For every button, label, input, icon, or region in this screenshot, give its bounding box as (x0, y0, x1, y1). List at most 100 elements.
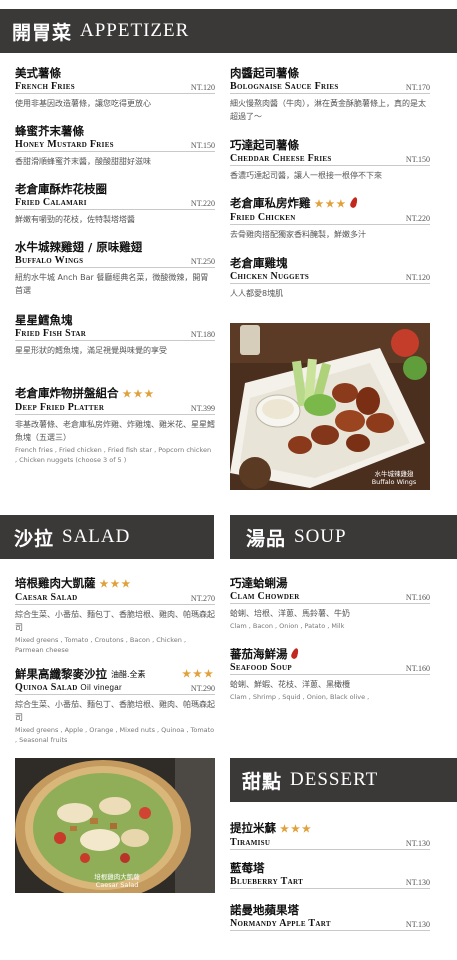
item-price: NT.170 (405, 83, 430, 92)
item-price: NT.250 (190, 257, 215, 266)
photo-caption-en: Buffalo Wings (371, 478, 417, 486)
section-title-zh: 甜點 (242, 770, 283, 793)
menu-item-honey-mustard-fries: 蜂蜜芥末薯條 Honey Mustard Fries NT.150 香甜滑順蜂蜜芥… (15, 124, 215, 168)
menu-item-fried-calamari: 老倉庫酥炸花枝圈 Fried Calamari NT.220 鮮嫩有嚼勁的花枝，佐… (15, 182, 215, 226)
item-description: 紐約水牛城 Anch Bar 餐廳經典名菜，微酸微辣，開胃首選 (15, 273, 209, 295)
chili-pepper-icon (289, 647, 300, 660)
menu-item-fried-chicken: 老倉庫私房炸雞 ★★★ Fried Chicken NT.220 去骨雞肉搭配獨家香… (230, 196, 430, 241)
menu-item-cheddar-fries: 巧達起司薯條 Cheddar Cheese Fries NT.150 香濃巧達起司… (230, 138, 430, 182)
item-price: NT.180 (190, 330, 215, 339)
menu-item-chicken-nuggets: 老倉庫雞塊 Chicken Nuggets NT.120 人人都愛8塊肌 (230, 256, 430, 300)
item-description: 綜合生菜、小番茄、麵包丁、香脆培根、雞肉、帕瑪森起司 (15, 610, 215, 632)
item-price: NT.130 (405, 839, 430, 848)
section-title-zh: 開胃菜 (12, 21, 73, 44)
section-title-en: Soup (294, 526, 347, 547)
item-name-zh: 蜂蜜芥末薯條 (15, 124, 84, 138)
item-name-en: Cheddar Cheese Fries (230, 153, 332, 164)
item-price: NT.270 (190, 594, 215, 603)
menu-item-bolognaise-fries: 肉醬起司薯條 Bolognaise Sauce Fries NT.170 細火慢熬… (230, 66, 430, 123)
buffalo-wings-photo: 水牛城辣雞翅 Buffalo Wings (230, 323, 430, 490)
item-name-zh: 星星鱈魚塊 (15, 313, 73, 327)
item-name-zh: 巧達起司薯條 (230, 138, 299, 152)
item-description: 綜合生菜、小番茄、麵包丁、香脆培根、雞肉、帕瑪森起司 (15, 700, 215, 722)
item-description: 蛤蜊、培根、洋蔥、馬鈴薯、牛奶 (230, 609, 350, 618)
star-rating-icon: ★★★ (182, 669, 215, 680)
item-name-zh: 巧達蛤蜊湯 (230, 576, 288, 590)
section-title-zh: 湯品 (246, 527, 287, 550)
menu-item-clam-chowder: 巧達蛤蜊湯 Clam Chowder NT.160 蛤蜊、培根、洋蔥、馬鈴薯、牛奶… (230, 576, 430, 631)
item-price: NT.120 (190, 83, 215, 92)
menu-item-quinoa-salad: 鮮果高纖黎麥沙拉 油醋.全素 ★★★ Quinoa Salad Oil vinega… (15, 667, 215, 745)
item-price: NT.130 (405, 920, 430, 929)
item-description-en: Mixed greens , Apple , Orange , Mixed nu… (15, 726, 215, 744)
item-description: 細火慢熬肉醬（牛肉），淋在黃金酥脆薯條上，真的是太超過了～ (230, 99, 426, 121)
star-rating-icon: ★★★ (314, 199, 348, 210)
menu-item-deep-fried-platter: 老倉庫炸物拼盤組合 ★★★ Deep Fried Platter NT.399 非基… (15, 386, 215, 465)
wings-illustration (230, 323, 430, 490)
item-price: NT.160 (405, 593, 430, 602)
menu-item-fried-fish-star: 星星鱈魚塊 Fried Fish Star NT.180 星星形狀的鱈魚塊，滿足視… (15, 313, 215, 357)
item-name-zh: 培根雞肉大凱薩 (15, 576, 96, 590)
appetizer-banner: 開胃菜 Appetizer (0, 9, 457, 53)
item-description-en: Clam , Bacon , Onion , Patato , Milk (230, 622, 345, 630)
item-name-en: Caesar Salad (15, 592, 78, 603)
item-name-zh: 藍莓塔 (230, 861, 265, 875)
item-description: 去骨雞肉搭配獨家香料醃製，鮮嫩多汁 (230, 230, 366, 239)
section-title-en: Appetizer (80, 20, 190, 41)
item-price: NT.290 (190, 684, 215, 693)
menu-item-french-fries: 美式薯條 French Fries NT.120 使用非基因改造薯條，讓您吃得更放… (15, 66, 215, 110)
menu-item-seafood-soup: 蕃茄海鮮湯 Seafood Soup NT.160 蛤蜊、鮮蝦、花枝、洋蔥、黑橄欖… (230, 647, 430, 702)
item-name-zh: 提拉米蘇 (230, 821, 276, 835)
item-name-en: Blueberry Tart (230, 876, 304, 887)
item-name-zh: 美式薯條 (15, 66, 61, 80)
dessert-banner: 甜點 Dessert (230, 758, 457, 802)
item-name-zh: 老倉庫酥炸花枝圈 (15, 182, 107, 196)
item-description: 星星形狀的鱈魚塊，滿足視覺與味覺的享受 (15, 346, 167, 355)
item-name-en: Bolognaise Sauce Fries (230, 81, 339, 92)
item-description: 蛤蜊、鮮蝦、花枝、洋蔥、黑橄欖 (230, 680, 350, 689)
item-description-en: French fries , Fried chicken , Fried fis… (15, 446, 212, 464)
item-name-en: French Fries (15, 81, 75, 92)
chili-pepper-icon (349, 196, 360, 209)
item-name-zh: 諾曼地蘋果塔 (230, 903, 299, 917)
menu-item-buffalo-wings: 水牛城辣雞翅 / 原味雞翅 Buffalo Wings NT.250 紐約水牛城 … (15, 240, 215, 297)
item-name-en: Honey Mustard Fries (15, 139, 114, 150)
item-name-zh: 老倉庫炸物拼盤組合 (15, 386, 119, 400)
item-name-zh: 蕃茄海鮮湯 (230, 647, 288, 661)
menu-item-caesar-salad: 培根雞肉大凱薩 ★★★ Caesar Salad NT.270 綜合生菜、小番茄、麵… (15, 576, 215, 655)
section-title-en: Salad (62, 526, 131, 547)
item-description-en: Clam , Shrimp , Squid , Onion, Black oli… (230, 693, 370, 701)
item-name-en: Tiramisu (230, 837, 271, 848)
item-note-en: Oil vinegar (80, 683, 122, 692)
item-price: NT.150 (190, 141, 215, 150)
item-name-zh: 老倉庫雞塊 (230, 256, 288, 270)
item-name-en: Fried Calamari (15, 197, 87, 208)
item-name-en: Chicken Nuggets (230, 271, 310, 282)
section-title-zh: 沙拉 (14, 527, 55, 550)
item-name-en: Fried Chicken (230, 212, 296, 223)
item-name-en: Quinoa Salad (15, 682, 78, 693)
item-description: 使用非基因改造薯條，讓您吃得更放心 (15, 99, 151, 108)
photo-caption-en: Caesar Salad (95, 881, 139, 889)
item-name-en: Normandy Apple Tart (230, 918, 331, 929)
item-description: 香濃巧達起司醬，讓人一根接一根停不下來 (230, 171, 382, 180)
star-rating-icon: ★★★ (122, 389, 156, 400)
item-price: NT.130 (405, 878, 430, 887)
menu-item-normandy-apple-tart: 諾曼地蘋果塔 Normandy Apple Tart NT.130 (230, 903, 430, 931)
item-description: 人人都愛8塊肌 (230, 289, 284, 298)
item-name-en: Deep Fried Platter (15, 402, 105, 413)
item-description: 非基改薯條、老倉庫私房炸雞、炸雞塊、雞米花、星星鱈魚塊（五選三） (15, 420, 215, 442)
item-description: 香甜滑順蜂蜜芥末醬，酸酸甜甜好滋味 (15, 157, 151, 166)
star-rating-icon: ★★★ (99, 579, 133, 590)
item-note-zh: 油醋.全素 (111, 670, 146, 679)
menu-item-tiramisu: 提拉米蘇 ★★★ Tiramisu NT.130 (230, 821, 430, 850)
item-price: NT.220 (405, 214, 430, 223)
item-price: NT.150 (405, 155, 430, 164)
item-name-en: Seafood Soup (230, 662, 292, 673)
section-title-en: Dessert (290, 769, 379, 790)
item-name-en: Clam Chowder (230, 591, 300, 602)
item-name-en: Fried Fish Star (15, 328, 87, 339)
item-name-zh: 老倉庫私房炸雞 (230, 196, 311, 210)
item-name-zh: 肉醬起司薯條 (230, 66, 299, 80)
photo-caption-zh: 水牛城辣雞翅 (374, 470, 414, 478)
